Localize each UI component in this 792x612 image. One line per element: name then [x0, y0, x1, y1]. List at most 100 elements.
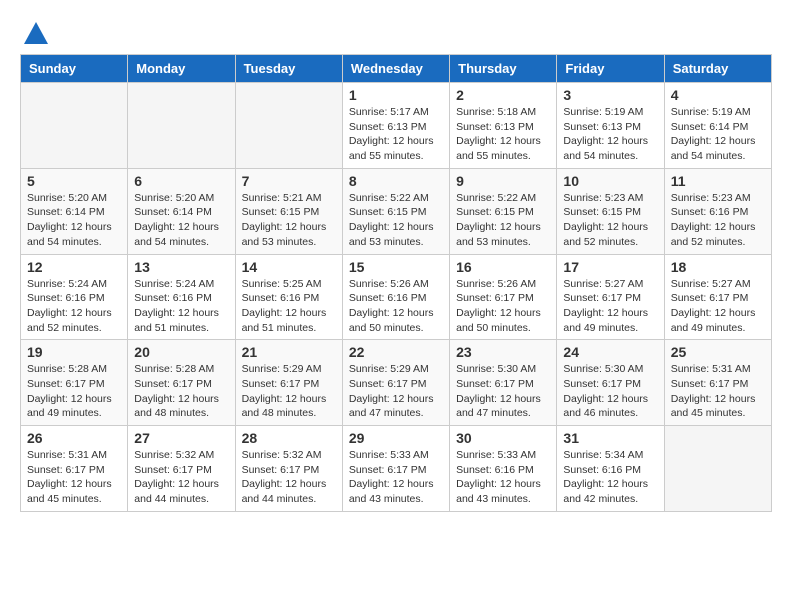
- day-number: 14: [242, 259, 336, 275]
- day-number: 16: [456, 259, 550, 275]
- day-number: 7: [242, 173, 336, 189]
- day-info: Sunrise: 5:20 AM Sunset: 6:14 PM Dayligh…: [134, 191, 228, 250]
- day-number: 11: [671, 173, 765, 189]
- day-info: Sunrise: 5:21 AM Sunset: 6:15 PM Dayligh…: [242, 191, 336, 250]
- day-info: Sunrise: 5:28 AM Sunset: 6:17 PM Dayligh…: [27, 362, 121, 421]
- calendar-cell: 26Sunrise: 5:31 AM Sunset: 6:17 PM Dayli…: [21, 426, 128, 512]
- calendar-cell: [664, 426, 771, 512]
- calendar-cell: 16 Sunrise: 5:26 AM Sunset: 6:17 PM Dayli…: [450, 254, 557, 340]
- day-number: 24: [563, 344, 657, 360]
- calendar-cell: 22 Sunrise: 5:29 AM Sunset: 6:17 PM Dayli…: [342, 340, 449, 426]
- calendar-header-saturday: Saturday: [664, 55, 771, 83]
- day-number: 6: [134, 173, 228, 189]
- day-info: Sunrise: 5:34 AM Sunset: 6:16 PM Dayligh…: [563, 448, 657, 507]
- day-number: 9: [456, 173, 550, 189]
- calendar-cell: 28 Sunrise: 5:32 AM Sunset: 6:17 PM Dayli…: [235, 426, 342, 512]
- calendar-header-row: SundayMondayTuesdayWednesdayThursdayFrid…: [21, 55, 772, 83]
- calendar-header-friday: Friday: [557, 55, 664, 83]
- calendar-cell: 14 Sunrise: 5:25 AM Sunset: 6:16 PM Dayli…: [235, 254, 342, 340]
- calendar-cell: 12 Sunrise: 5:24 AM Sunset: 6:16 PM Dayli…: [21, 254, 128, 340]
- day-number: 28: [242, 430, 336, 446]
- calendar-header-wednesday: Wednesday: [342, 55, 449, 83]
- day-info: Sunrise: 5:18 AM Sunset: 6:13 PM Dayligh…: [456, 105, 550, 164]
- calendar-cell: 25 Sunrise: 5:31 AM Sunset: 6:17 PM Dayli…: [664, 340, 771, 426]
- day-info: Sunrise: 5:30 AM Sunset: 6:17 PM Dayligh…: [563, 362, 657, 421]
- calendar-cell: 18Sunrise: 5:27 AM Sunset: 6:17 PM Dayli…: [664, 254, 771, 340]
- logo-icon: [22, 20, 50, 48]
- day-info: Sunrise: 5:26 AM Sunset: 6:16 PM Dayligh…: [349, 277, 443, 336]
- calendar-cell: 13 Sunrise: 5:24 AM Sunset: 6:16 PM Dayli…: [128, 254, 235, 340]
- page-header: [20, 20, 772, 44]
- calendar-cell: 15Sunrise: 5:26 AM Sunset: 6:16 PM Dayli…: [342, 254, 449, 340]
- day-info: Sunrise: 5:29 AM Sunset: 6:17 PM Dayligh…: [349, 362, 443, 421]
- day-number: 3: [563, 87, 657, 103]
- calendar-cell: 21 Sunrise: 5:29 AM Sunset: 6:17 PM Dayli…: [235, 340, 342, 426]
- day-info: Sunrise: 5:31 AM Sunset: 6:17 PM Dayligh…: [27, 448, 121, 507]
- calendar-header-thursday: Thursday: [450, 55, 557, 83]
- calendar-cell: [21, 83, 128, 169]
- day-info: Sunrise: 5:28 AM Sunset: 6:17 PM Dayligh…: [134, 362, 228, 421]
- calendar-cell: 1Sunrise: 5:17 AM Sunset: 6:13 PM Daylig…: [342, 83, 449, 169]
- calendar-table: SundayMondayTuesdayWednesdayThursdayFrid…: [20, 54, 772, 512]
- calendar-cell: 29 Sunrise: 5:33 AM Sunset: 6:17 PM Dayli…: [342, 426, 449, 512]
- day-info: Sunrise: 5:27 AM Sunset: 6:17 PM Dayligh…: [671, 277, 765, 336]
- day-number: 19: [27, 344, 121, 360]
- calendar-cell: 30 Sunrise: 5:33 AM Sunset: 6:16 PM Dayli…: [450, 426, 557, 512]
- calendar-week-0: 1Sunrise: 5:17 AM Sunset: 6:13 PM Daylig…: [21, 83, 772, 169]
- day-number: 2: [456, 87, 550, 103]
- day-number: 13: [134, 259, 228, 275]
- day-info: Sunrise: 5:32 AM Sunset: 6:17 PM Dayligh…: [134, 448, 228, 507]
- day-info: Sunrise: 5:26 AM Sunset: 6:17 PM Dayligh…: [456, 277, 550, 336]
- day-number: 5: [27, 173, 121, 189]
- day-info: Sunrise: 5:24 AM Sunset: 6:16 PM Dayligh…: [134, 277, 228, 336]
- day-info: Sunrise: 5:17 AM Sunset: 6:13 PM Dayligh…: [349, 105, 443, 164]
- day-number: 23: [456, 344, 550, 360]
- day-info: Sunrise: 5:30 AM Sunset: 6:17 PM Dayligh…: [456, 362, 550, 421]
- logo-text: [20, 20, 52, 44]
- calendar-cell: 2 Sunrise: 5:18 AM Sunset: 6:13 PM Daylig…: [450, 83, 557, 169]
- day-number: 12: [27, 259, 121, 275]
- calendar-cell: 3 Sunrise: 5:19 AM Sunset: 6:13 PM Daylig…: [557, 83, 664, 169]
- calendar-cell: [128, 83, 235, 169]
- day-info: Sunrise: 5:23 AM Sunset: 6:15 PM Dayligh…: [563, 191, 657, 250]
- day-number: 29: [349, 430, 443, 446]
- calendar-week-1: 5 Sunrise: 5:20 AM Sunset: 6:14 PM Daylig…: [21, 168, 772, 254]
- day-number: 21: [242, 344, 336, 360]
- calendar-week-3: 19 Sunrise: 5:28 AM Sunset: 6:17 PM Dayli…: [21, 340, 772, 426]
- calendar-week-4: 26Sunrise: 5:31 AM Sunset: 6:17 PM Dayli…: [21, 426, 772, 512]
- day-number: 30: [456, 430, 550, 446]
- calendar-cell: 6 Sunrise: 5:20 AM Sunset: 6:14 PM Daylig…: [128, 168, 235, 254]
- calendar-header-tuesday: Tuesday: [235, 55, 342, 83]
- day-info: Sunrise: 5:22 AM Sunset: 6:15 PM Dayligh…: [349, 191, 443, 250]
- day-number: 25: [671, 344, 765, 360]
- day-number: 4: [671, 87, 765, 103]
- day-info: Sunrise: 5:24 AM Sunset: 6:16 PM Dayligh…: [27, 277, 121, 336]
- calendar-cell: 23 Sunrise: 5:30 AM Sunset: 6:17 PM Dayli…: [450, 340, 557, 426]
- calendar-cell: 10 Sunrise: 5:23 AM Sunset: 6:15 PM Dayli…: [557, 168, 664, 254]
- day-number: 22: [349, 344, 443, 360]
- calendar-cell: [235, 83, 342, 169]
- day-info: Sunrise: 5:29 AM Sunset: 6:17 PM Dayligh…: [242, 362, 336, 421]
- day-number: 31: [563, 430, 657, 446]
- day-info: Sunrise: 5:23 AM Sunset: 6:16 PM Dayligh…: [671, 191, 765, 250]
- day-number: 8: [349, 173, 443, 189]
- calendar-cell: 8 Sunrise: 5:22 AM Sunset: 6:15 PM Daylig…: [342, 168, 449, 254]
- calendar-cell: 17Sunrise: 5:27 AM Sunset: 6:17 PM Dayli…: [557, 254, 664, 340]
- day-info: Sunrise: 5:32 AM Sunset: 6:17 PM Dayligh…: [242, 448, 336, 507]
- calendar-cell: 19 Sunrise: 5:28 AM Sunset: 6:17 PM Dayli…: [21, 340, 128, 426]
- day-number: 27: [134, 430, 228, 446]
- calendar-cell: 24 Sunrise: 5:30 AM Sunset: 6:17 PM Dayli…: [557, 340, 664, 426]
- day-number: 10: [563, 173, 657, 189]
- calendar-week-2: 12 Sunrise: 5:24 AM Sunset: 6:16 PM Dayli…: [21, 254, 772, 340]
- calendar-cell: 20Sunrise: 5:28 AM Sunset: 6:17 PM Dayli…: [128, 340, 235, 426]
- day-info: Sunrise: 5:19 AM Sunset: 6:13 PM Dayligh…: [563, 105, 657, 164]
- calendar-cell: 7 Sunrise: 5:21 AM Sunset: 6:15 PM Daylig…: [235, 168, 342, 254]
- calendar-cell: 9Sunrise: 5:22 AM Sunset: 6:15 PM Daylig…: [450, 168, 557, 254]
- day-info: Sunrise: 5:33 AM Sunset: 6:17 PM Dayligh…: [349, 448, 443, 507]
- day-info: Sunrise: 5:25 AM Sunset: 6:16 PM Dayligh…: [242, 277, 336, 336]
- day-info: Sunrise: 5:33 AM Sunset: 6:16 PM Dayligh…: [456, 448, 550, 507]
- day-info: Sunrise: 5:31 AM Sunset: 6:17 PM Dayligh…: [671, 362, 765, 421]
- day-number: 17: [563, 259, 657, 275]
- calendar-cell: 27 Sunrise: 5:32 AM Sunset: 6:17 PM Dayli…: [128, 426, 235, 512]
- logo: [20, 20, 52, 44]
